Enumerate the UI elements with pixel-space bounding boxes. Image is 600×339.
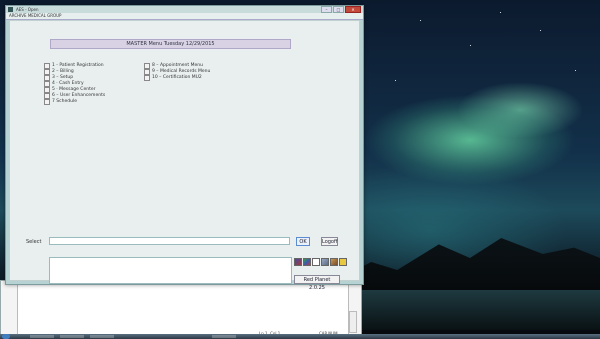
message-area[interactable] xyxy=(49,257,292,284)
taskbar xyxy=(0,334,600,339)
star xyxy=(420,20,421,21)
star xyxy=(540,30,541,31)
menu-item-label: 7 Schedule xyxy=(52,99,77,104)
app-icon xyxy=(8,7,13,12)
ok-button[interactable]: OK xyxy=(296,237,310,246)
wallpaper-water xyxy=(340,290,600,330)
menu-item-schedule[interactable]: 7 Schedule xyxy=(44,99,105,105)
start-button[interactable] xyxy=(2,334,10,339)
palette-icon[interactable] xyxy=(294,258,302,266)
background-window-scrollbar[interactable] xyxy=(349,311,357,333)
menu-item-label: 10 – Certification MU2 xyxy=(152,75,202,80)
page-title: MASTER Menu Tuesday 12/29/2015 xyxy=(50,39,291,49)
menu-right: 8 – Appointment Menu 9 – Medical Records… xyxy=(144,63,210,81)
select-input[interactable] xyxy=(49,237,290,245)
main-content: MASTER Menu Tuesday 12/29/2015 1 - Patie… xyxy=(9,20,360,291)
image-icon[interactable] xyxy=(330,258,338,266)
tools-icon[interactable] xyxy=(321,258,329,266)
star xyxy=(575,70,576,71)
menu-left: 1 - Patient Registration 2 – Billing 3 –… xyxy=(44,63,105,105)
background-window[interactable]: Ln 1, Col 1 CAP NUM xyxy=(0,280,362,336)
version-button[interactable]: Red Planet 2.0.25 xyxy=(294,275,340,291)
toolbar-icons xyxy=(294,258,347,266)
note-icon[interactable] xyxy=(339,258,347,266)
minimize-button[interactable]: – xyxy=(321,6,332,13)
logoff-button[interactable]: Logoff xyxy=(321,237,338,246)
blank-icon[interactable] xyxy=(312,258,320,266)
taskbar-item[interactable] xyxy=(60,335,84,338)
title-bar[interactable]: AES - Open – □ ✕ xyxy=(6,6,363,13)
star xyxy=(470,45,471,46)
background-window-document[interactable] xyxy=(17,285,349,335)
main-window: AES - Open – □ ✕ ARCHIVE MEDICAL GROUP M… xyxy=(5,5,364,291)
checkbox-icon xyxy=(144,75,150,81)
select-label: Select xyxy=(26,239,42,245)
taskbar-item[interactable] xyxy=(212,335,236,338)
maximize-button[interactable]: □ xyxy=(333,6,344,13)
star xyxy=(500,12,501,13)
window-title: AES - Open xyxy=(16,7,39,12)
checkbox-icon xyxy=(44,99,50,105)
practice-name: ARCHIVE MEDICAL GROUP xyxy=(9,13,62,18)
colors-icon[interactable] xyxy=(303,258,311,266)
practice-bar: ARCHIVE MEDICAL GROUP xyxy=(6,13,363,20)
menu-item-certification[interactable]: 10 – Certification MU2 xyxy=(144,75,210,81)
window-controls: – □ ✕ xyxy=(321,6,361,13)
taskbar-item[interactable] xyxy=(30,335,54,338)
star xyxy=(395,80,396,81)
taskbar-item[interactable] xyxy=(90,335,114,338)
close-button[interactable]: ✕ xyxy=(345,6,361,13)
